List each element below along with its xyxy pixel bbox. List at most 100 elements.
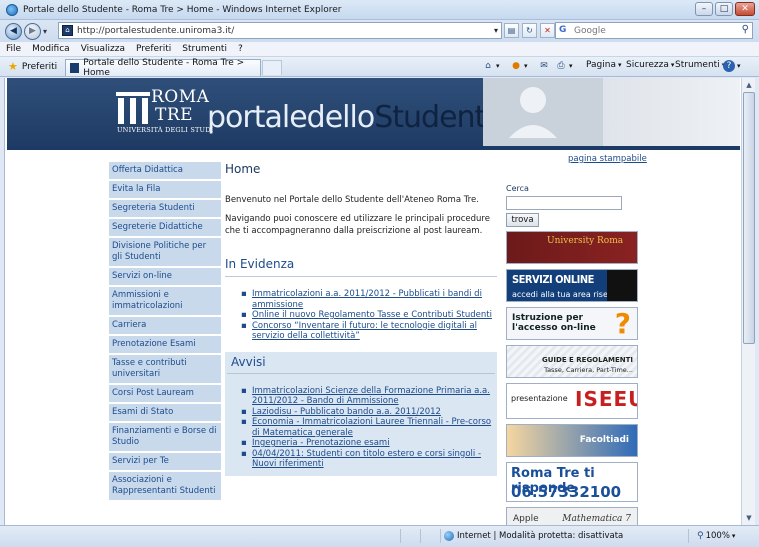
print-icon[interactable]: ⎙ ▾	[555, 60, 572, 72]
page-viewport: ROMA TRE UNIVERSITÀ DEGLI STUDI portaled…	[4, 78, 741, 525]
favorites-star-icon[interactable]: ★	[8, 60, 18, 73]
globe-icon	[444, 531, 454, 541]
close-button[interactable]: ✕	[735, 2, 755, 16]
url-text[interactable]: http://portalestudente.uniroma3.it/	[77, 26, 234, 36]
minimize-button[interactable]: –	[695, 2, 713, 16]
search-box[interactable]: G ⚲	[555, 22, 753, 39]
compatibility-icon[interactable]: ▤	[504, 23, 519, 38]
nav-item-esami-di-stato[interactable]: Esami di Stato	[109, 404, 221, 421]
feeds-icon[interactable]: ● ▾	[510, 60, 527, 72]
new-tab-button[interactable]	[262, 60, 282, 75]
nav-item-tasse[interactable]: Tasse e contributi universitari	[109, 355, 221, 383]
nav-item-ammissioni[interactable]: Ammissioni e immatricolazioni	[109, 287, 221, 315]
refresh-icon[interactable]: ↻	[522, 23, 537, 38]
window-title: Portale dello Studente - Roma Tre > Home…	[23, 4, 342, 15]
roma-tre-logo-icon	[116, 92, 150, 124]
scroll-thumb[interactable]	[743, 92, 755, 344]
nav-item-evita-la-fila[interactable]: Evita la Fila	[109, 181, 221, 198]
question-mark-icon: ?	[614, 307, 631, 340]
zoom-control[interactable]: ⚲ 100% ▾	[697, 531, 735, 541]
cerca-label: Cerca	[506, 184, 529, 193]
site-search-input[interactable]	[506, 196, 622, 210]
roma-logo-text: ROMA	[151, 87, 210, 107]
status-divider	[400, 529, 401, 543]
zoom-level: 100%	[705, 531, 730, 541]
avvisi-link[interactable]: Economia - Immatricolazioni Lauree Trien…	[241, 417, 497, 438]
roma-tre-risponde-banner[interactable]: Roma Tre ti risponde 06.57332100	[506, 462, 638, 502]
ad4-subtitle: Tasse, Carriera, Part-Time...	[544, 366, 633, 374]
window-title-bar: Portale dello Studente - Roma Tre > Home…	[0, 0, 759, 20]
avvisi-link[interactable]: 04/04/2011: Studenti con titolo estero e…	[241, 449, 497, 470]
menu-preferiti[interactable]: Preferiti	[136, 44, 171, 54]
main-content: Home Benvenuto nel Portale dello Student…	[225, 162, 497, 476]
home-icon[interactable]: ⌂ ▾	[482, 60, 499, 72]
vertical-scrollbar[interactable]: ▲ ▼	[741, 78, 755, 525]
mathematica-banner[interactable]: Apple Mathematica 7	[506, 507, 638, 525]
menu-visualizza[interactable]: Visualizza	[81, 44, 125, 54]
servizi-online-banner[interactable]: SERVIZI ONLINE accedi alla tua area rise…	[506, 269, 638, 302]
nav-item-corsi-post-lauream[interactable]: Corsi Post Lauream	[109, 385, 221, 402]
tab-home[interactable]: Portale dello Studente - Roma Tre > Home	[65, 58, 261, 78]
search-input[interactable]	[574, 25, 724, 36]
evidenza-list: Immatricolazioni a.a. 2011/2012 - Pubbli…	[241, 289, 497, 342]
avvisi-link[interactable]: Immatricolazioni Scienze della Formazion…	[241, 386, 497, 407]
pagina-label: Pagina	[586, 60, 616, 70]
search-icon[interactable]: ⚲	[742, 24, 749, 35]
menu-file[interactable]: File	[6, 44, 21, 54]
address-dropdown-icon[interactable]: ▾	[494, 26, 498, 35]
nav-item-finanziamenti[interactable]: Finanziamenti e Borse di Studio	[109, 423, 221, 451]
evidenza-link[interactable]: Concorso “Inventare il futuro: le tecnol…	[241, 321, 497, 342]
evidenza-link[interactable]: Immatricolazioni a.a. 2011/2012 - Pubbli…	[241, 289, 497, 310]
security-zone-text: Internet | Modalità protetta: disattivat…	[457, 531, 624, 541]
nav-item-servizi-per-te[interactable]: Servizi per Te	[109, 453, 221, 470]
ad8-product: Mathematica 7	[562, 514, 631, 524]
history-dropdown-icon[interactable]: ▾	[43, 27, 47, 36]
mail-icon[interactable]: ✉	[538, 60, 552, 72]
help-icon[interactable]: ? ▾	[723, 60, 741, 72]
istruzione-accesso-banner[interactable]: Istruzione per l'accesso on-line ?	[506, 307, 638, 340]
intro-paragraph: Benvenuto nel Portale dello Studente del…	[225, 195, 479, 205]
right-column: Cerca trova University Roma SERVIZI ONLI…	[506, 184, 640, 525]
scroll-down-icon[interactable]: ▼	[743, 512, 755, 524]
sicurezza-menu[interactable]: Sicurezza ▾	[626, 60, 674, 70]
zoom-dropdown-icon[interactable]: ▾	[732, 532, 736, 540]
iseeu-banner[interactable]: presentazione ISEEU	[506, 383, 638, 419]
guide-regolamenti-banner[interactable]: GUIDE E REGOLAMENTI Tasse, Carriera, Par…	[506, 345, 638, 378]
security-zone[interactable]: Internet | Modalità protetta: disattivat…	[444, 531, 623, 541]
favorites-button[interactable]: Preferiti	[22, 62, 57, 72]
nav-item-offerta-didattica[interactable]: Offerta Didattica	[109, 162, 221, 179]
menu-strumenti[interactable]: Strumenti	[182, 44, 227, 54]
nav-item-divisione-politiche[interactable]: Divisione Politiche per gli Studenti	[109, 238, 221, 266]
menu-help[interactable]: ?	[238, 44, 243, 54]
evidenza-link[interactable]: Online il nuovo Regolamento Tasse e Cont…	[241, 310, 497, 321]
nav-item-prenotazione-esami[interactable]: Prenotazione Esami	[109, 336, 221, 353]
address-field[interactable]: ⌂ http://portalestudente.uniroma3.it/ ▾	[58, 22, 502, 39]
menu-modifica[interactable]: Modifica	[32, 44, 70, 54]
printable-page-link[interactable]: pagina stampabile	[568, 154, 647, 164]
avvisi-link[interactable]: Laziodisu - Pubblicato bando a.a. 2011/2…	[241, 407, 497, 418]
strumenti-menu[interactable]: Strumenti▾	[675, 60, 725, 70]
nav-item-segreterie-didattiche[interactable]: Segreterie Didattiche	[109, 219, 221, 236]
avvisi-link[interactable]: Ingegneria - Prenotazione esami	[241, 438, 497, 449]
stop-icon[interactable]: ✕	[540, 23, 555, 38]
status-divider	[440, 529, 441, 543]
university-roma-banner[interactable]: University Roma	[506, 231, 638, 264]
facoltiadi-banner[interactable]: Facoltiadi	[506, 424, 638, 457]
scroll-up-icon[interactable]: ▲	[743, 79, 755, 91]
banner-right-image	[603, 78, 740, 150]
pagina-menu[interactable]: Pagina ▾	[586, 60, 622, 70]
nav-item-segreteria-studenti[interactable]: Segreteria Studenti	[109, 200, 221, 217]
back-button[interactable]: ◀	[5, 22, 22, 40]
favorites-bar: ★ Preferiti Portale dello Studente - Rom…	[0, 57, 759, 78]
forward-button[interactable]: ▶	[24, 22, 41, 40]
trova-button[interactable]: trova	[506, 213, 539, 227]
tab-favicon	[70, 63, 80, 73]
portale-title: portaledelloStudente	[207, 100, 504, 135]
maximize-button[interactable]: □	[715, 2, 733, 16]
nav-item-associazioni[interactable]: Associazioni e Rappresentanti Studenti	[109, 472, 221, 500]
nav-item-carriera[interactable]: Carriera	[109, 317, 221, 334]
address-actions: ▤ ↻ ✕	[504, 23, 555, 38]
nav-item-servizi-online[interactable]: Servizi on-line	[109, 268, 221, 285]
page-title: Home	[225, 162, 261, 176]
site-banner: ROMA TRE UNIVERSITÀ DEGLI STUDI portaled…	[7, 78, 740, 150]
